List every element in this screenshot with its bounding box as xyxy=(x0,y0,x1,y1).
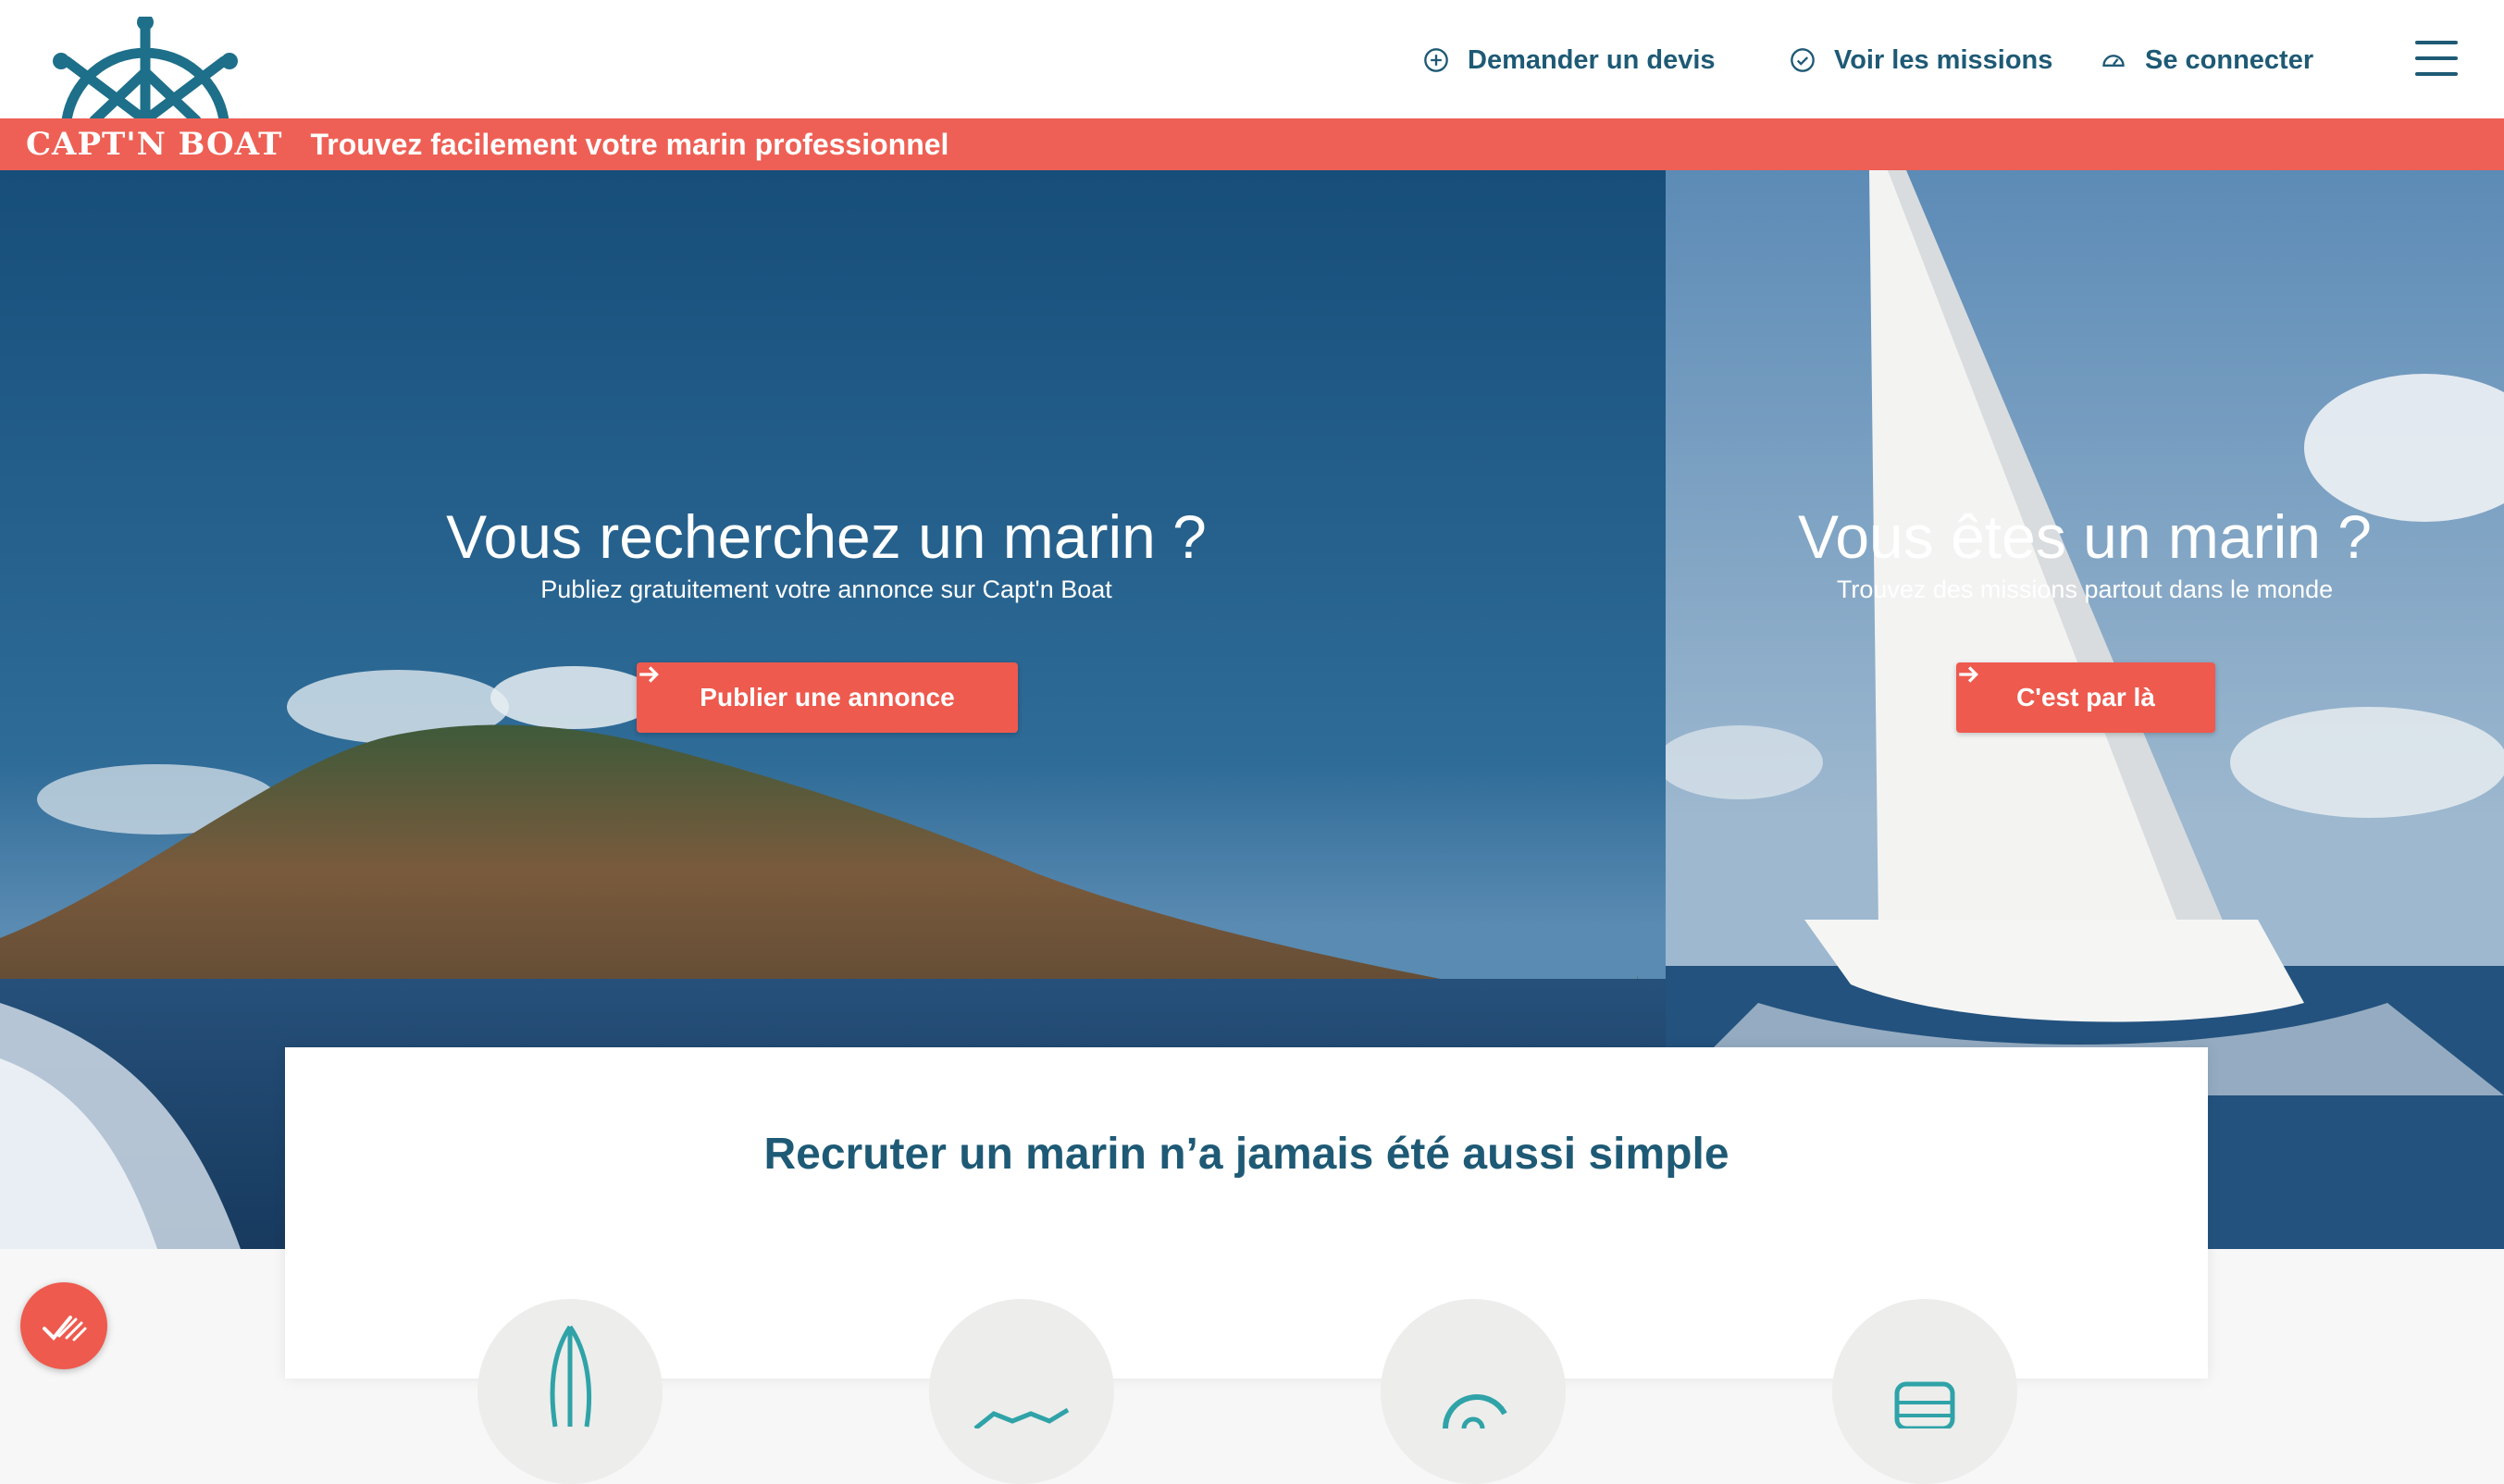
hero-right-title: Vous êtes un marin ? xyxy=(1797,502,2373,571)
feature-refresh xyxy=(1381,1299,1566,1484)
checkmarks-icon xyxy=(43,1316,87,1342)
checkmarks-badge[interactable] xyxy=(20,1282,107,1369)
menu-icon[interactable] xyxy=(2415,41,2458,76)
refresh-icon xyxy=(1443,1394,1507,1428)
nav-view-missions[interactable]: Voir les missions xyxy=(1790,37,2052,83)
nav-request-quote-label: Demander un devis xyxy=(1468,44,1716,75)
features-card: Recruter un marin n’a jamais été aussi s… xyxy=(285,1047,2208,1484)
boat-icon xyxy=(1894,1381,1955,1428)
hero-right-subtitle: Trouvez des missions partout dans le mon… xyxy=(1836,575,2334,603)
handshake-icon xyxy=(973,1407,1070,1428)
feature-sailboat xyxy=(477,1299,663,1484)
hero-left-title: Vous recherchez un marin ? xyxy=(446,502,1207,571)
features-title: Recruter un marin n’a jamais été aussi s… xyxy=(763,1130,1729,1179)
find-missions-button[interactable]: C'est par là xyxy=(1956,662,2215,733)
brand-name[interactable]: CAPT'N BOAT xyxy=(26,126,282,163)
dashboard-icon xyxy=(2102,55,2125,67)
arrow-right-icon xyxy=(639,666,659,683)
nav-request-quote[interactable]: Demander un devis xyxy=(1423,37,1716,83)
brand-tagline: Trouvez facilement votre marin professio… xyxy=(310,127,949,161)
nav-login-label: Se connecter xyxy=(2145,44,2314,75)
publish-ad-button-label: Publier une annonce xyxy=(700,683,955,711)
feature-handshake xyxy=(929,1299,1114,1484)
find-missions-button-label: C'est par là xyxy=(2016,683,2155,711)
ship-wheel-icon[interactable] xyxy=(48,17,242,120)
publish-ad-button[interactable]: Publier une annonce xyxy=(637,662,1018,733)
sailboat-icon xyxy=(550,1325,592,1428)
feature-boat xyxy=(1832,1299,2017,1484)
arrow-right-icon xyxy=(1959,666,1978,683)
nav-view-missions-label: Voir les missions xyxy=(1834,44,2053,75)
nav-login[interactable]: Se connecter xyxy=(2101,37,2313,83)
check-circle-icon xyxy=(1791,48,1815,72)
plus-circle-icon xyxy=(1424,48,1448,72)
hero-left-subtitle: Publiez gratuitement votre annonce sur C… xyxy=(540,575,1112,603)
top-navbar: Demander un devis Voir les missions Se c… xyxy=(0,0,2504,120)
brand-banner: CAPT'N BOAT Trouvez facilement votre mar… xyxy=(0,118,2504,170)
